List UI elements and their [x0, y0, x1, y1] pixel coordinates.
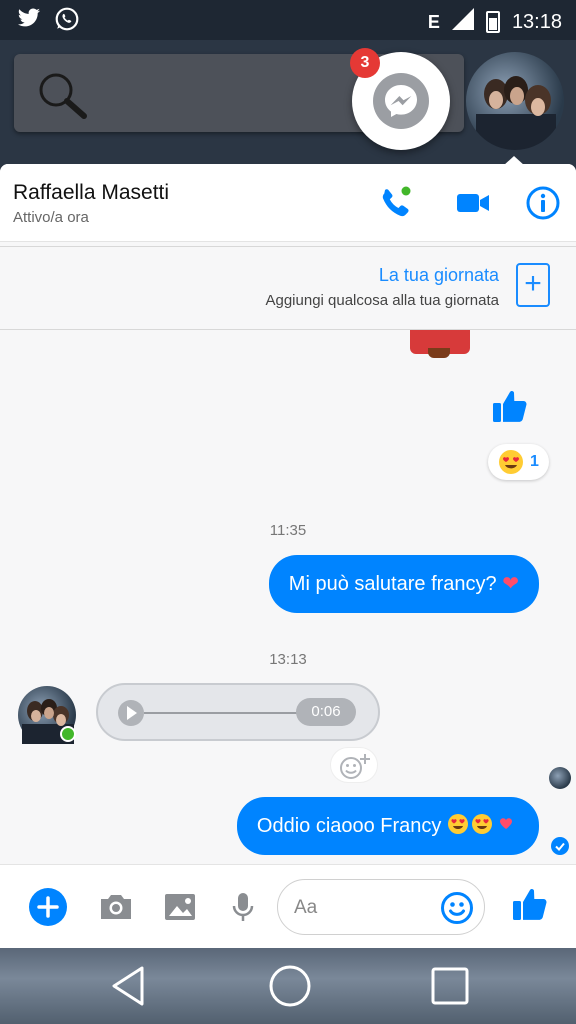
recents-square-icon	[431, 967, 469, 1005]
reaction-count: 1	[530, 453, 539, 470]
message-text: Oddio ciaooo Francy	[256, 815, 442, 837]
message-input-container	[277, 879, 485, 935]
smiley-icon	[441, 892, 473, 924]
add-reaction-button[interactable]	[330, 747, 378, 783]
heart-eyes-emoji-icon	[448, 814, 512, 834]
your-day-subtitle: Aggiungi qualcosa alla tua giornata	[265, 292, 499, 309]
whatsapp-icon	[54, 6, 80, 37]
sticker-message[interactable]	[410, 330, 470, 358]
seen-by-avatar	[549, 767, 571, 789]
message-reaction[interactable]: 1	[488, 444, 549, 480]
search-icon	[36, 70, 88, 125]
more-actions-button[interactable]	[28, 887, 68, 927]
unread-badge: 3	[350, 48, 380, 78]
clock: 13:18	[511, 10, 562, 33]
back-triangle-icon	[112, 966, 144, 1006]
back-button[interactable]	[106, 964, 150, 1008]
plus-circle-icon	[29, 888, 67, 926]
timestamp: 13:13	[269, 651, 307, 668]
thumbs-up-icon	[493, 390, 527, 422]
battery-icon	[485, 11, 500, 33]
home-button[interactable]	[268, 964, 312, 1008]
video-call-button[interactable]	[454, 184, 492, 222]
outgoing-message[interactable]: Mi può salutare francy? ❤	[268, 555, 539, 613]
group-photo-icon	[476, 76, 556, 150]
messenger-icon	[373, 73, 429, 129]
contact-chat-head[interactable]	[466, 52, 564, 150]
thumbs-up-icon	[513, 888, 547, 920]
heart-eyes-emoji-icon	[499, 450, 523, 474]
voice-message: 0:06	[96, 683, 380, 741]
timestamp: 11:35	[269, 522, 307, 539]
like-message[interactable]	[490, 386, 530, 431]
video-camera-icon	[457, 194, 489, 212]
camera-button[interactable]	[96, 887, 136, 927]
twitter-icon	[16, 6, 42, 37]
audio-duration: 0:06	[296, 698, 356, 726]
your-day-banner[interactable]: La tua giornata Aggiungi qualcosa alla t…	[0, 246, 576, 330]
delivered-check-icon	[551, 837, 569, 855]
microphone-icon	[232, 893, 254, 921]
play-button[interactable]	[118, 700, 144, 726]
online-indicator	[60, 726, 76, 742]
emoji-picker-button[interactable]	[440, 891, 474, 930]
network-type: E	[427, 11, 440, 32]
add-story-button[interactable]: +	[516, 263, 550, 307]
gallery-button[interactable]	[160, 887, 200, 927]
your-day-title: La tua giornata	[378, 265, 499, 285]
voice-record-button[interactable]	[223, 887, 263, 927]
contact-name[interactable]: Raffaella Masetti	[13, 181, 169, 205]
info-button[interactable]	[524, 184, 562, 222]
message-text: Mi può salutare francy?	[288, 573, 497, 595]
chat-panel: Raffaella Masetti Attivo/a ora La tua gi…	[0, 164, 576, 948]
info-icon	[526, 186, 560, 220]
image-icon	[165, 894, 195, 920]
voice-call-button[interactable]	[377, 184, 415, 222]
message-input[interactable]	[294, 894, 434, 922]
home-circle-icon	[269, 965, 311, 1007]
signal-icon	[451, 8, 474, 36]
phone-icon	[382, 186, 411, 217]
contact-status: Attivo/a ora	[13, 209, 89, 226]
send-like-button[interactable]	[510, 883, 550, 923]
camera-icon	[101, 895, 131, 919]
status-bar: E 13:18	[0, 0, 576, 40]
recents-button[interactable]	[428, 964, 472, 1008]
message-composer	[0, 864, 576, 948]
chat-header: Raffaella Masetti Attivo/a ora	[0, 164, 576, 242]
outgoing-message[interactable]: Oddio ciaooo Francy	[236, 797, 539, 855]
add-emoji-icon	[340, 754, 370, 779]
audio-progress-track[interactable]	[144, 712, 304, 714]
chat-head-pointer	[503, 156, 525, 166]
navigation-bar	[0, 948, 576, 1024]
red-heart-emoji-icon: ❤	[502, 573, 519, 595]
